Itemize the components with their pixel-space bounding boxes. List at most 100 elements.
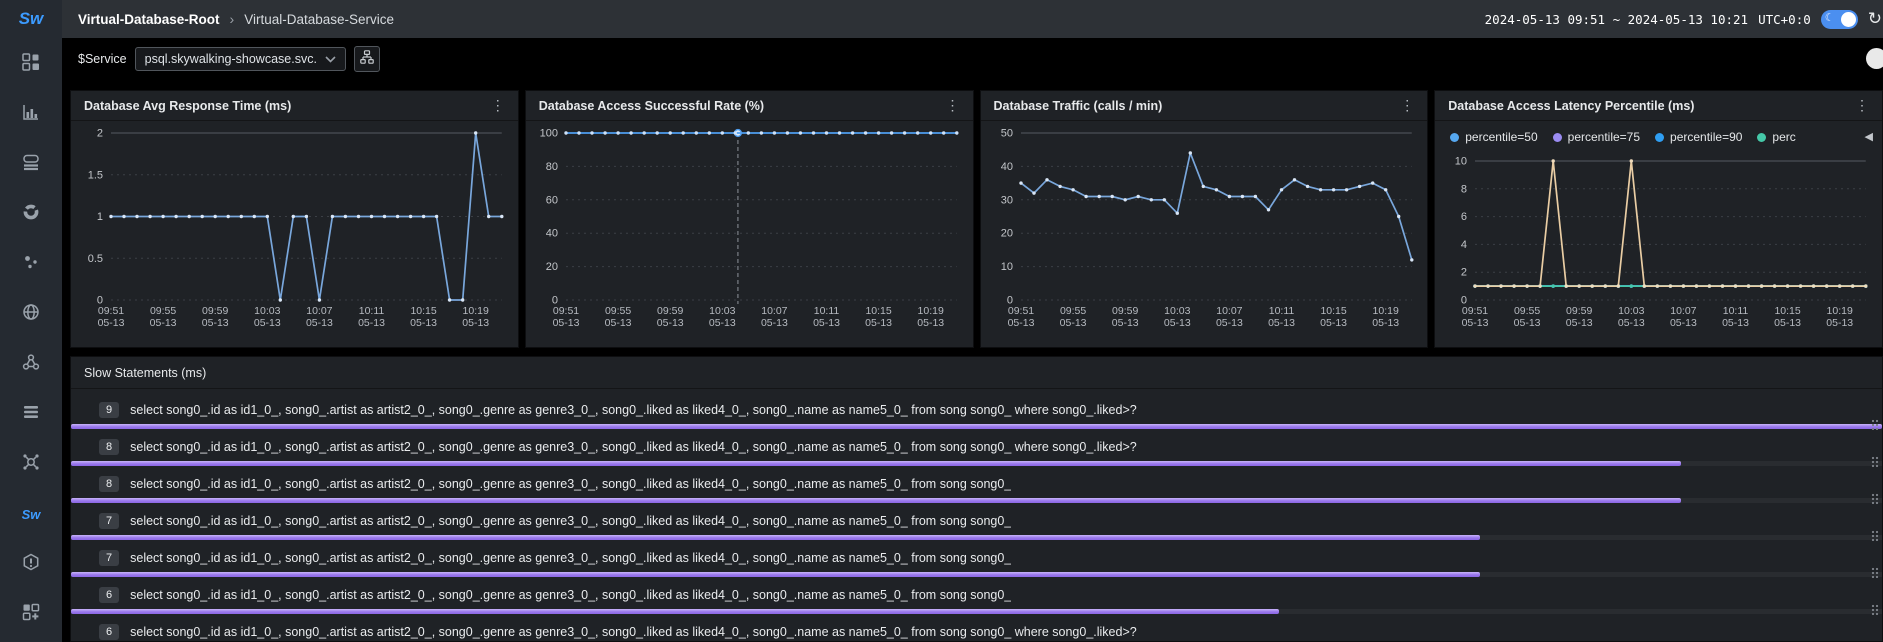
breadcrumb-root[interactable]: Virtual-Database-Root — [78, 12, 220, 27]
row-drag-handle-icon[interactable] — [1871, 456, 1879, 467]
svg-text:10:03: 10:03 — [254, 305, 280, 317]
percentile-legend: percentile=50 percentile=75 percentile=90 p… — [1435, 125, 1882, 149]
kebab-menu-icon[interactable]: ⋮ — [488, 97, 508, 114]
theme-toggle[interactable]: ☾ — [1821, 10, 1858, 29]
slow-statement-bar-track — [71, 498, 1882, 503]
sidebar-item-alerting[interactable] — [11, 539, 51, 589]
sidebar-item-mq[interactable] — [11, 439, 51, 489]
svg-text:05-13: 05-13 — [1514, 317, 1541, 329]
legend-item[interactable]: perc — [1757, 130, 1795, 144]
svg-text:09:59: 09:59 — [657, 305, 683, 317]
row-drag-handle-icon[interactable] — [1871, 604, 1879, 615]
slow-statement-sql[interactable]: select song0_.id as id1_0_, song0_.artis… — [130, 625, 1137, 639]
svg-text:09:51: 09:51 — [98, 305, 124, 317]
legend-item[interactable]: percentile=50 — [1450, 130, 1537, 144]
svg-text:50: 50 — [1000, 128, 1012, 140]
kebab-menu-icon[interactable]: ⋮ — [1852, 97, 1872, 114]
svg-text:05-13: 05-13 — [865, 317, 892, 329]
svg-text:10:03: 10:03 — [709, 305, 735, 317]
slow-statement-value-badge[interactable]: 8 — [99, 476, 119, 492]
service-select[interactable]: psql.skywalking-showcase.svc. — [135, 47, 346, 71]
slow-statement-row: 8 select song0_.id as id1_0_, song0_.arti… — [71, 473, 1882, 510]
sitemap-icon — [360, 50, 374, 69]
sidebar-item-virtual-database[interactable] — [11, 389, 51, 439]
svg-text:05-13: 05-13 — [1722, 317, 1749, 329]
database-layers-icon — [22, 153, 40, 176]
legend-item[interactable]: percentile=75 — [1553, 130, 1640, 144]
refresh-icon[interactable]: ↻ — [1868, 9, 1882, 29]
legend-color-dot — [1553, 133, 1562, 142]
svg-text:09:55: 09:55 — [1514, 305, 1540, 317]
svg-text:09:51: 09:51 — [553, 305, 579, 317]
avg-response-time-chart[interactable]: 21.510.5009:5105-1309:5505-1309:5905-131… — [71, 121, 518, 336]
slow-statement-row: 6 select song0_.id as id1_0_, song0_.arti… — [71, 584, 1882, 621]
sidebar-item-database[interactable] — [11, 139, 51, 189]
slow-statement-sql[interactable]: select song0_.id as id1_0_, song0_.artis… — [130, 403, 1137, 417]
svg-text:05-13: 05-13 — [254, 317, 281, 329]
sidebar-item-dashboard[interactable] — [11, 39, 51, 89]
skywalking-logo[interactable]: Sw — [19, 9, 44, 29]
svg-text:10:19: 10:19 — [917, 305, 943, 317]
slow-statement-value-badge[interactable]: 7 — [99, 550, 119, 566]
row-drag-handle-icon[interactable] — [1871, 493, 1879, 504]
sidebar-item-self-observability[interactable]: Sw — [11, 489, 51, 539]
kebab-menu-icon[interactable]: ⋮ — [1397, 97, 1417, 114]
row-drag-handle-icon[interactable] — [1871, 419, 1879, 430]
sidebar-item-browser[interactable] — [11, 289, 51, 339]
sidebar: Sw Sw — [0, 0, 62, 642]
svg-text:05-13: 05-13 — [1059, 317, 1086, 329]
svg-text:10:15: 10:15 — [1320, 305, 1346, 317]
slow-statement-bar — [71, 498, 1681, 503]
sidebar-item-faas[interactable] — [11, 239, 51, 289]
slow-statement-value-badge[interactable]: 9 — [99, 402, 119, 418]
svg-text:05-13: 05-13 — [1320, 317, 1347, 329]
slow-statement-bar — [71, 609, 1279, 614]
floating-action-button[interactable] — [1866, 48, 1883, 69]
bar-chart-icon — [22, 103, 40, 126]
svg-text:10:07: 10:07 — [306, 305, 332, 317]
svg-text:09:55: 09:55 — [150, 305, 176, 317]
slow-statement-bar — [71, 461, 1681, 466]
slow-statement-bar — [71, 572, 1480, 577]
slow-statement-sql[interactable]: select song0_.id as id1_0_, song0_.artis… — [130, 551, 1011, 565]
alert-shield-icon — [22, 553, 40, 576]
svg-text:09:59: 09:59 — [1112, 305, 1138, 317]
svg-text:80: 80 — [546, 161, 558, 173]
grid-plus-icon — [22, 603, 40, 626]
slow-statement-sql[interactable]: select song0_.id as id1_0_, song0_.artis… — [130, 514, 1011, 528]
successful-rate-chart[interactable]: 10080604020009:5105-1309:5505-1309:5905-… — [526, 121, 973, 336]
sidebar-item-settings[interactable] — [11, 589, 51, 639]
svg-text:09:59: 09:59 — [202, 305, 228, 317]
topology-shortcut-button[interactable] — [354, 46, 380, 72]
slow-statement-value-badge[interactable]: 8 — [99, 439, 119, 455]
svg-text:10:15: 10:15 — [1775, 305, 1801, 317]
svg-text:05-13: 05-13 — [98, 317, 125, 329]
sidebar-item-metrics[interactable] — [11, 89, 51, 139]
charts-row: Database Avg Response Time (ms) ⋮ 21.510… — [70, 90, 1883, 348]
svg-text:09:55: 09:55 — [605, 305, 631, 317]
slow-statement-sql[interactable]: select song0_.id as id1_0_, song0_.artis… — [130, 440, 1137, 454]
row-drag-handle-icon[interactable] — [1871, 530, 1879, 541]
legend-item[interactable]: percentile=90 — [1655, 130, 1742, 144]
slow-statement-value-badge[interactable]: 6 — [99, 587, 119, 603]
slow-statement-value-badge[interactable]: 7 — [99, 513, 119, 529]
latency-percentile-chart[interactable]: 108642009:5105-1309:5505-1309:5905-1310:… — [1435, 149, 1882, 336]
globe-icon — [22, 303, 40, 326]
panel-title: Database Access Successful Rate (%) — [539, 99, 764, 113]
slow-statement-value-badge[interactable]: 6 — [99, 624, 119, 640]
time-range-picker[interactable]: 2024-05-13 09:51 ~ 2024-05-13 10:21 — [1485, 12, 1748, 27]
svg-text:05-13: 05-13 — [657, 317, 684, 329]
sidebar-item-gateway[interactable] — [11, 339, 51, 389]
slow-statement-sql[interactable]: select song0_.id as id1_0_, song0_.artis… — [130, 588, 1011, 602]
row-drag-handle-icon[interactable] — [1871, 567, 1879, 578]
slow-statement-sql[interactable]: select song0_.id as id1_0_, song0_.artis… — [130, 477, 1011, 491]
svg-text:05-13: 05-13 — [709, 317, 736, 329]
sidebar-item-service-mesh[interactable] — [11, 189, 51, 239]
legend-prev-icon[interactable]: ◀ — [1861, 130, 1873, 143]
svg-text:05-13: 05-13 — [1774, 317, 1801, 329]
slow-statement-bar-track — [71, 424, 1882, 429]
svg-text:6: 6 — [1461, 211, 1467, 223]
legend-label: percentile=75 — [1568, 130, 1640, 144]
traffic-chart[interactable]: 5040302010009:5105-1309:5505-1309:5905-1… — [981, 121, 1428, 336]
kebab-menu-icon[interactable]: ⋮ — [943, 97, 963, 114]
